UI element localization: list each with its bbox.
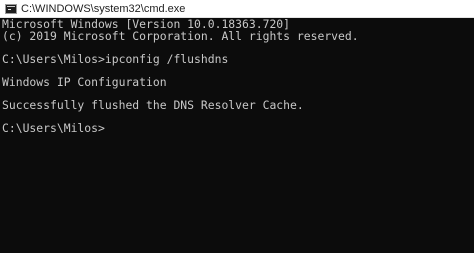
console-line-command: C:\Users\Milos>ipconfig /flushdns <box>2 51 229 66</box>
console-output[interactable]: Microsoft Windows [Version 10.0.18363.72… <box>0 19 474 253</box>
console-line-copyright: (c) 2019 Microsoft Corporation. All righ… <box>2 28 359 43</box>
console-prompt[interactable]: C:\Users\Milos> <box>2 122 474 135</box>
window-title: C:\WINDOWS\system32\cmd.exe <box>21 3 186 15</box>
title-bar[interactable]: C:\WINDOWS\system32\cmd.exe <box>0 0 474 18</box>
console-line-flush-success: Successfully flushed the DNS Resolver Ca… <box>2 97 304 112</box>
console-line-ip-config-heading: Windows IP Configuration <box>2 74 167 89</box>
cmd-window: C:\WINDOWS\system32\cmd.exe Microsoft Wi… <box>0 0 474 253</box>
cmd-console-icon[interactable] <box>5 4 17 14</box>
